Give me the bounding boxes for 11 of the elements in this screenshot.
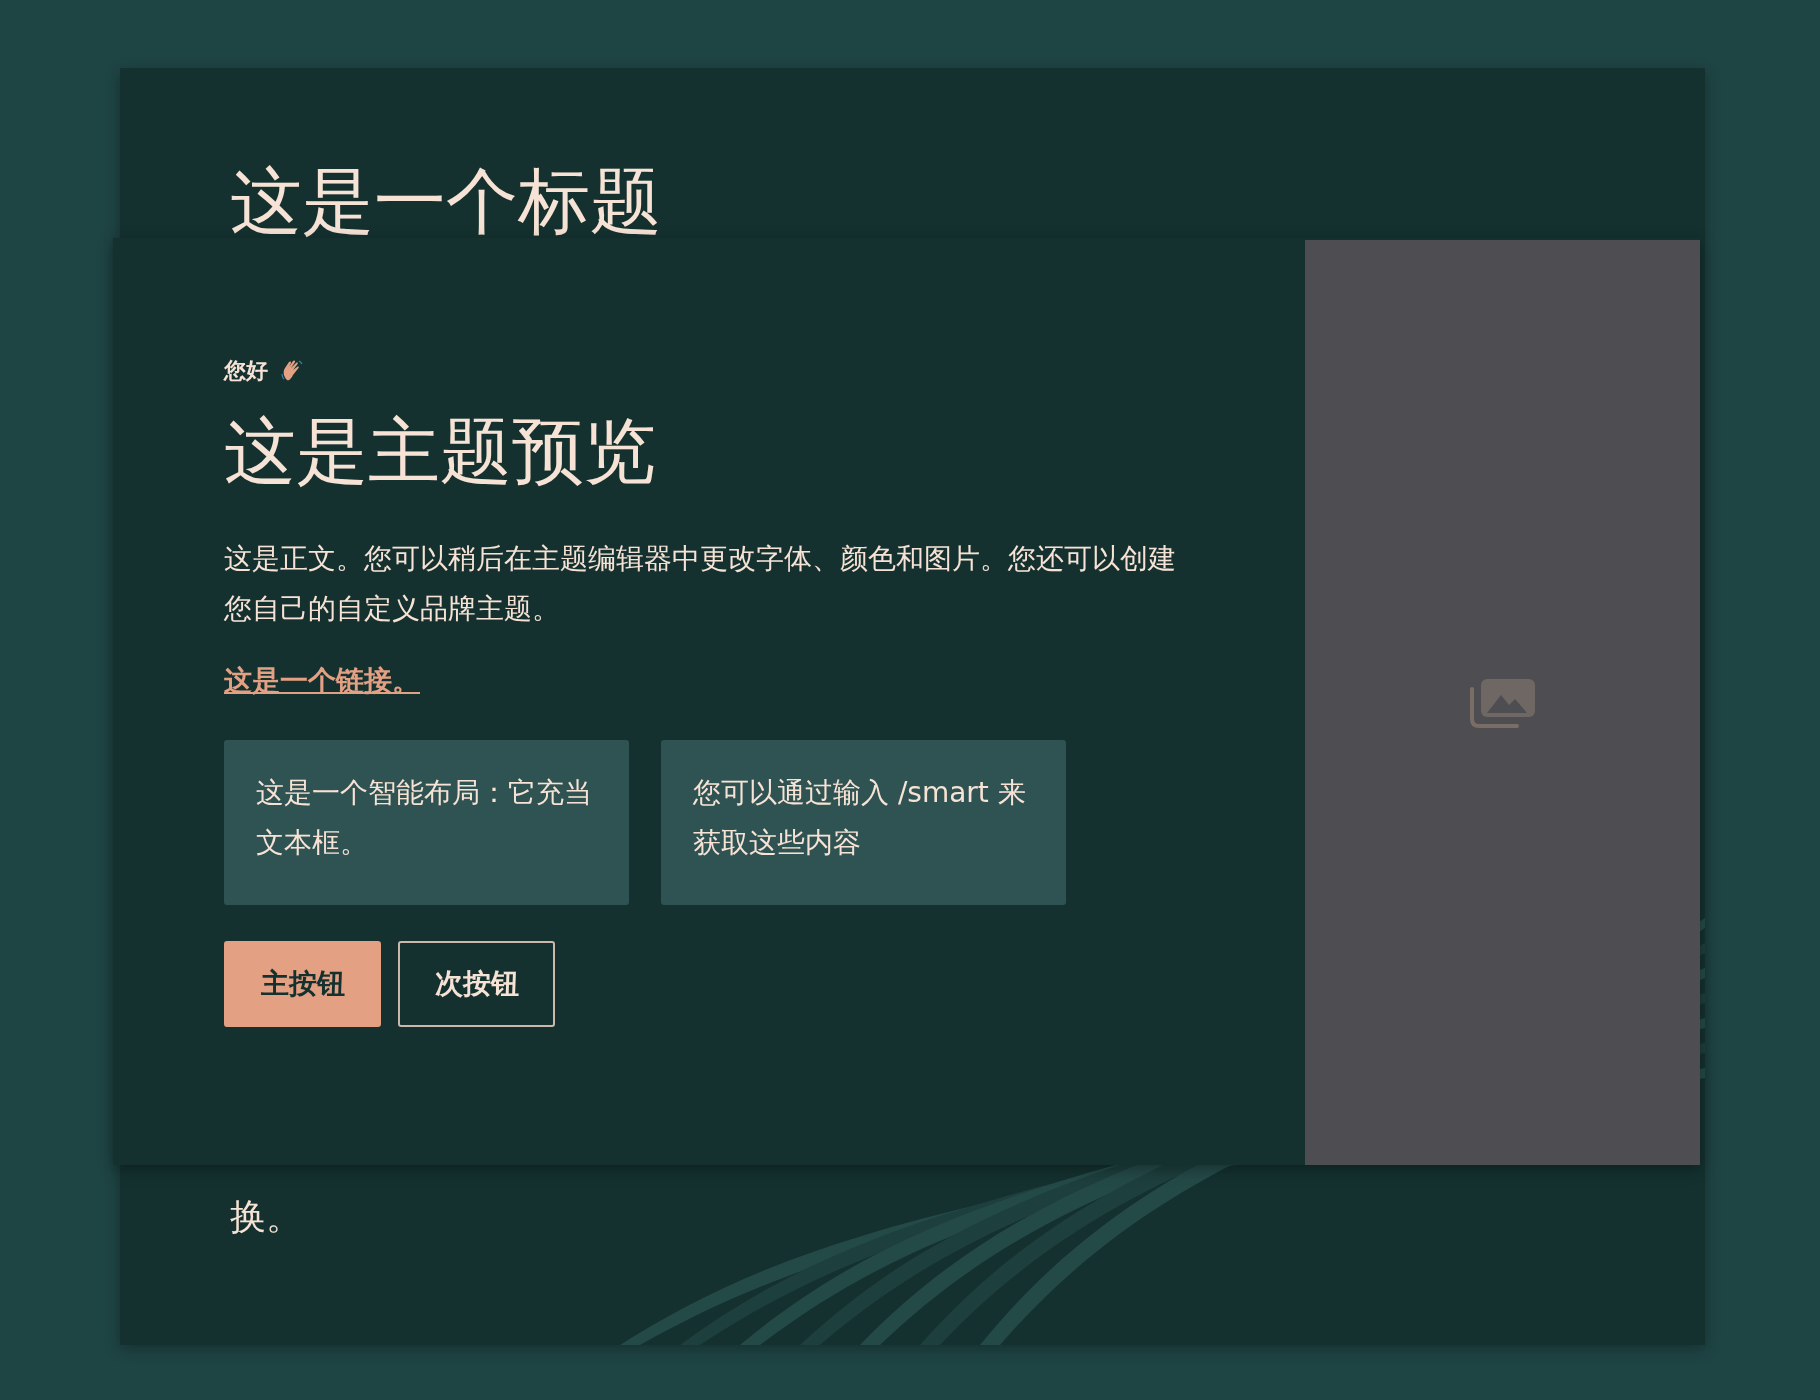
body-paragraph: 这是正文。您可以稍后在主题编辑器中更改字体、颜色和图片。您还可以创建您自己的自定义品牌主题。 <box>224 541 1177 628</box>
slide-heading: 这是主题预览 <box>224 408 656 495</box>
slide-title: 这是一个标题 <box>230 158 662 245</box>
greeting-text: 您好 <box>224 357 268 385</box>
secondary-button[interactable]: 次按钮 <box>398 941 555 1028</box>
text-link[interactable]: 这是一个链接。 <box>224 662 420 701</box>
image-icon <box>1468 676 1537 729</box>
primary-button[interactable]: 主按钮 <box>224 941 381 1028</box>
smart-layout-box: 您可以通过输入 /smart 来获取这些内容 <box>661 740 1066 906</box>
smart-layout-box: 这是一个智能布局：它充当文本框。 <box>224 740 629 906</box>
body-text: 换。 <box>230 1195 302 1239</box>
